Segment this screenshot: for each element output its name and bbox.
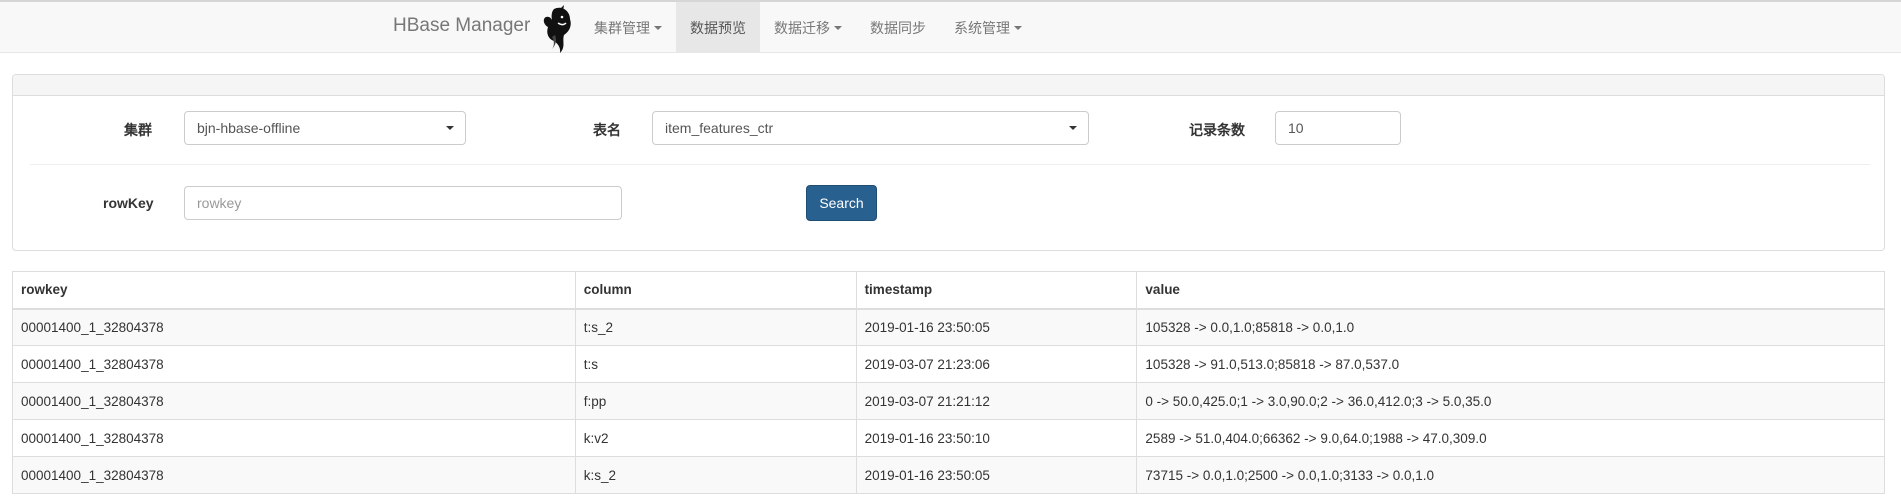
table-row[interactable]: 00001400_1_32804378 t:s 2019-03-07 21:23…	[12, 345, 1885, 383]
cell-value: 0 -> 50.0,425.0;1 -> 3.0,90.0;2 -> 36.0,…	[1136, 382, 1885, 420]
cell-column: k:s_2	[574, 456, 857, 494]
rowkey-placeholder: rowkey	[197, 195, 242, 211]
table-row[interactable]: 00001400_1_32804378 k:v2 2019-01-16 23:5…	[12, 419, 1885, 457]
cell-column: f:pp	[574, 382, 857, 420]
killer-whale-logo-icon	[543, 5, 571, 54]
cell-value: 105328 -> 91.0,513.0;85818 -> 87.0,537.0	[1136, 345, 1885, 383]
table-row[interactable]: 00001400_1_32804378 t:s_2 2019-01-16 23:…	[12, 308, 1885, 346]
cell-rowkey: 00001400_1_32804378	[12, 382, 576, 420]
cell-column: k:v2	[574, 419, 857, 457]
cell-rowkey: 00001400_1_32804378	[12, 345, 576, 383]
nav-item-label: 数据迁移	[774, 19, 830, 36]
cell-timestamp: 2019-03-07 21:23:06	[855, 345, 1138, 383]
nav-cluster-management[interactable]: 集群管理	[580, 2, 676, 53]
nav-item-label: 系统管理	[954, 19, 1010, 36]
record-count-input[interactable]: 10	[1275, 111, 1401, 145]
cell-rowkey: 00001400_1_32804378	[12, 419, 576, 457]
main-nav: 集群管理 数据预览 数据迁移 数据同步 系统管理	[580, 2, 1036, 53]
table-select-value: item_features_ctr	[665, 120, 774, 136]
cluster-select[interactable]: bjn-hbase-offline	[184, 111, 466, 145]
cluster-select-value: bjn-hbase-offline	[197, 120, 301, 136]
cell-value: 73715 -> 0.0,1.0;2500 -> 0.0,1.0;3133 ->…	[1136, 456, 1885, 494]
record-count-value: 10	[1288, 120, 1304, 136]
cell-timestamp: 2019-03-07 21:21:12	[855, 382, 1138, 420]
cell-rowkey: 00001400_1_32804378	[12, 308, 576, 346]
rowkey-input[interactable]: rowkey	[184, 186, 622, 220]
nav-system-management[interactable]: 系统管理	[940, 2, 1036, 53]
table-header-row: rowkey column timestamp value	[12, 271, 1885, 310]
nav-item-label: 数据预览	[690, 19, 746, 36]
panel-heading	[13, 75, 1884, 96]
nav-item-label: 数据同步	[870, 19, 926, 36]
caret-down-icon	[654, 25, 662, 30]
dropdown-arrow-icon	[446, 126, 454, 130]
cell-column: t:s	[574, 345, 857, 383]
nav-item-label: 集群管理	[594, 19, 650, 36]
query-panel	[12, 74, 1885, 251]
table-label: 表名	[593, 122, 621, 138]
nav-data-sync[interactable]: 数据同步	[856, 2, 940, 53]
cell-timestamp: 2019-01-16 23:50:05	[855, 456, 1138, 494]
cell-timestamp: 2019-01-16 23:50:10	[855, 419, 1138, 457]
table-row[interactable]: 00001400_1_32804378 k:s_2 2019-01-16 23:…	[12, 456, 1885, 494]
cluster-label: 集群	[124, 122, 152, 138]
app-brand[interactable]: HBase Manager	[393, 15, 530, 37]
nav-data-preview[interactable]: 数据预览	[676, 2, 760, 53]
record-count-label: 记录条数	[1189, 122, 1245, 138]
cell-timestamp: 2019-01-16 23:50:05	[855, 308, 1138, 346]
cell-rowkey: 00001400_1_32804378	[12, 456, 576, 494]
nav-data-migration[interactable]: 数据迁移	[760, 2, 856, 53]
cell-value: 2589 -> 51.0,404.0;66362 -> 9.0,64.0;198…	[1136, 419, 1885, 457]
column-header-value[interactable]: value	[1136, 271, 1885, 310]
cell-column: t:s_2	[574, 308, 857, 346]
table-select[interactable]: item_features_ctr	[652, 111, 1089, 145]
table-row[interactable]: 00001400_1_32804378 f:pp 2019-03-07 21:2…	[12, 382, 1885, 420]
top-navbar: HBase Manager 集群管理 数据预览 数据迁移 数据同步 系统管理	[0, 0, 1901, 54]
search-button[interactable]: Search	[806, 185, 877, 221]
caret-down-icon	[834, 25, 842, 30]
column-header-rowkey[interactable]: rowkey	[12, 271, 576, 310]
form-divider	[30, 164, 1870, 165]
column-header-timestamp[interactable]: timestamp	[855, 271, 1138, 310]
results-table: rowkey column timestamp value 00001400_1…	[12, 271, 1885, 494]
caret-down-icon	[1014, 25, 1022, 30]
column-header-column[interactable]: column	[574, 271, 857, 310]
rowkey-label: rowKey	[103, 195, 154, 211]
cell-value: 105328 -> 0.0,1.0;85818 -> 0.0,1.0	[1136, 308, 1885, 346]
dropdown-arrow-icon	[1069, 126, 1077, 130]
